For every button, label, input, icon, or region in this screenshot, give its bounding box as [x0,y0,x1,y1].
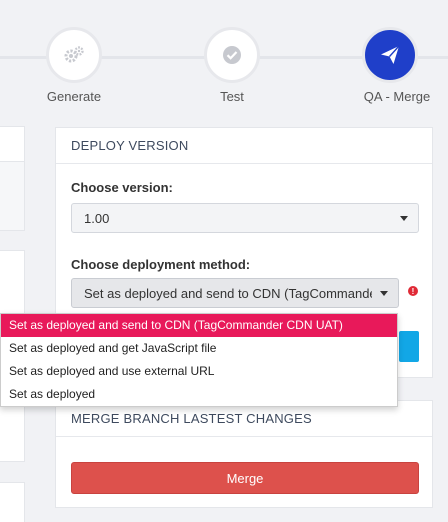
paper-plane-icon [381,45,400,64]
step-generate-label: Generate [46,89,102,104]
left-panel-bottom [0,482,25,522]
merge-button[interactable]: Merge [71,462,419,494]
dropdown-option[interactable]: Set as deployed and use external URL [1,360,397,383]
chevron-down-icon [380,291,388,296]
left-panel-top [0,126,25,162]
chevron-down-icon [400,216,408,221]
deployment-method-select[interactable]: Set as deployed and send to CDN (TagComm… [71,278,399,308]
left-panel-top-body [0,161,25,231]
step-qa-merge[interactable] [362,27,418,83]
step-test-label: Test [220,89,244,104]
dropdown-option[interactable]: Set as deployed and send to CDN (TagComm… [1,314,397,337]
version-select[interactable]: 1.00 [71,203,419,233]
check-icon [223,46,241,64]
deploy-button[interactable] [399,331,419,362]
step-test[interactable] [204,27,260,83]
step-qa-merge-label: QA - Merge [363,89,431,104]
workflow-stepper: Generate Test QA - Merge [0,0,448,118]
gears-icon [64,46,84,63]
deployment-method-value: Set as deployed and send to CDN (TagComm… [84,285,372,301]
deploy-version-title: DEPLOY VERSION [56,128,432,164]
step-generate[interactable] [46,27,102,83]
dropdown-option[interactable]: Set as deployed [1,383,397,406]
choose-method-label: Choose deployment method: [71,257,251,272]
choose-version-label: Choose version: [71,180,173,195]
dropdown-option[interactable]: Set as deployed and get JavaScript file [1,337,397,360]
version-select-value: 1.00 [84,210,110,226]
deployment-method-dropdown: Set as deployed and send to CDN (TagComm… [0,313,398,407]
merge-branch-card: MERGE BRANCH LASTEST CHANGES Merge [55,400,433,508]
info-icon[interactable]: ! [408,286,418,296]
